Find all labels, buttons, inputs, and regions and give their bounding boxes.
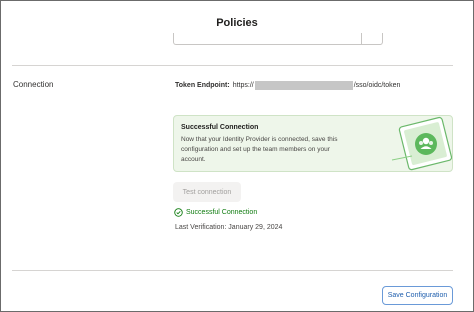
token-endpoint-label: Token Endpoint: xyxy=(175,82,230,89)
previous-field[interactable] xyxy=(173,33,383,45)
last-verification: Last Verification: January 29, 2024 xyxy=(175,224,283,231)
section-label-connection: Connection xyxy=(13,80,54,89)
test-connection-button[interactable]: Test connection xyxy=(173,182,241,202)
success-card-body: Now that your Identity Provider is conne… xyxy=(181,136,338,163)
modal-window: Policies Connection Token Endpoint: http… xyxy=(0,0,474,312)
token-endpoint-prefix: https:// xyxy=(232,82,254,89)
token-endpoint-suffix: /sso/oidc/token xyxy=(353,82,401,89)
success-card: Successful Connection Now that your Iden… xyxy=(173,115,453,172)
divider xyxy=(12,65,453,66)
previous-field-button[interactable] xyxy=(361,33,383,45)
team-illustration-icon xyxy=(391,116,452,171)
redacted-url-segment xyxy=(254,81,353,90)
divider xyxy=(12,270,453,271)
connection-status: Successful Connection xyxy=(174,208,257,217)
success-card-title: Successful Connection xyxy=(181,124,259,131)
save-configuration-button[interactable]: Save Configuration xyxy=(382,286,453,305)
check-circle-icon xyxy=(174,208,183,217)
token-endpoint-row: Token Endpoint: https:// /sso/oidc/token xyxy=(175,81,400,90)
status-text: Successful Connection xyxy=(186,209,258,216)
page-title: Policies xyxy=(216,17,258,29)
